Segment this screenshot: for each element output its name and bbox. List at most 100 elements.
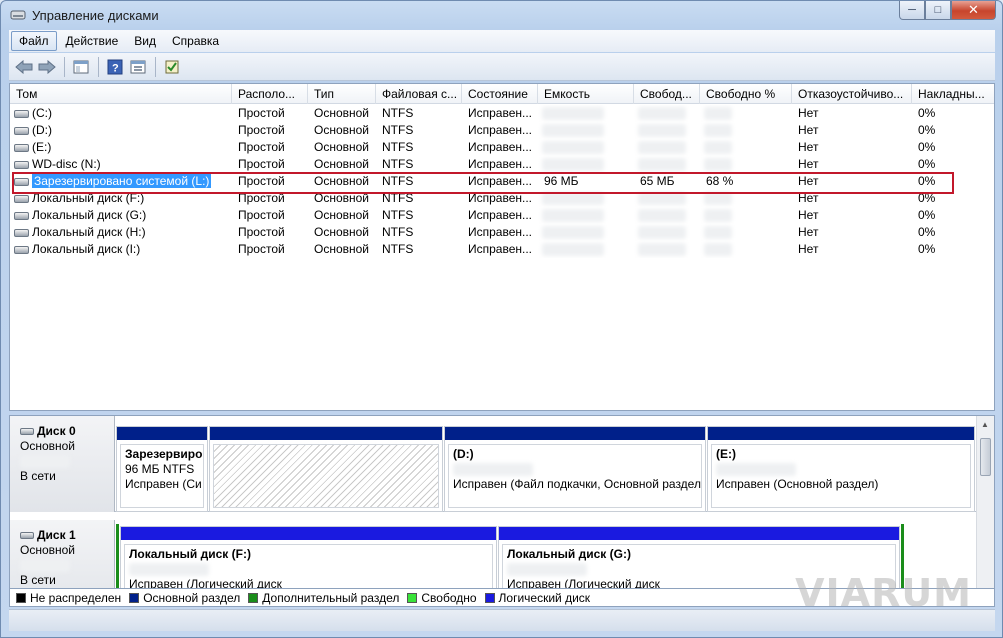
- volume-cell-fault: Нет: [798, 106, 819, 120]
- redacted-value: [638, 209, 686, 222]
- back-arrow-icon: [15, 59, 33, 74]
- settings-button[interactable]: [161, 56, 183, 78]
- volume-row[interactable]: (C:) Простой Основной NTFS Исправен... Нет 0%: [10, 105, 994, 122]
- partition-d-name: (D:): [453, 447, 474, 461]
- menu-action[interactable]: Действие: [59, 32, 126, 50]
- redacted-value: [704, 124, 732, 137]
- volume-row[interactable]: WD-disc (N:) Простой Основной NTFS Исправен.…: [10, 156, 994, 173]
- legend-swatch: [407, 592, 418, 603]
- volume-row[interactable]: (E:) Простой Основной NTFS Исправен... Нет 0%: [10, 139, 994, 156]
- maximize-icon: □: [934, 4, 942, 16]
- menu-file[interactable]: Файл: [11, 31, 57, 51]
- check-list-icon: [165, 60, 179, 73]
- volume-row[interactable]: (D:) Простой Основной NTFS Исправен... Нет 0%: [10, 122, 994, 139]
- legend-item: Основной раздел: [129, 591, 240, 605]
- back-button[interactable]: [13, 56, 35, 78]
- column-header-type[interactable]: Тип: [308, 84, 376, 104]
- vertical-scrollbar[interactable]: ▲: [976, 416, 994, 588]
- volume-cell-capacity: [538, 224, 634, 241]
- column-header-volume[interactable]: Том: [10, 84, 232, 104]
- menu-help[interactable]: Справка: [165, 32, 226, 50]
- redacted-value: [542, 226, 604, 239]
- volume-icon: [14, 127, 29, 135]
- volume-icon: [14, 246, 29, 254]
- volume-cell-overhead: 0%: [918, 140, 936, 154]
- maximize-button[interactable]: □: [925, 1, 951, 20]
- properties-button[interactable]: [127, 56, 149, 78]
- volume-cell-free-pct: [700, 122, 792, 139]
- column-header-fault-tolerance[interactable]: Отказоустойчиво...: [792, 84, 912, 104]
- column-header-layout[interactable]: Располо...: [232, 84, 308, 104]
- partition-reserved[interactable]: Зарезервиро 96 МБ NTFS Исправен (Си: [116, 426, 208, 512]
- volume-cell-name: Локальный диск (I:): [10, 241, 232, 258]
- volume-row[interactable]: Локальный диск (I:) Простой Основной NTFS Ис…: [10, 241, 994, 258]
- volume-cell-overhead: 0%: [918, 242, 936, 256]
- volume-cell-capacity: [538, 241, 634, 258]
- column-header-overhead[interactable]: Накладны...: [912, 84, 994, 104]
- column-header-filesystem[interactable]: Файловая с...: [376, 84, 462, 104]
- volume-cell-name: (C:): [10, 105, 232, 122]
- volume-cell-fs: NTFS: [382, 242, 414, 256]
- column-header-capacity[interactable]: Емкость: [538, 84, 634, 104]
- partition-reserved-size: 96 МБ NTFS: [125, 462, 195, 476]
- disk-0-info[interactable]: Диск 0 Основной В сети: [10, 416, 115, 512]
- disk-management-window: Управление дисками ─ □ ✕ Файл Действие В…: [0, 0, 1003, 638]
- partition-e[interactable]: (E:) Исправен (Основной раздел): [707, 426, 975, 512]
- disk-0-row: Диск 0 Основной В сети Зарезервиро 96 МБ…: [10, 416, 976, 512]
- menu-view[interactable]: Вид: [127, 32, 163, 50]
- volume-cell-fs: NTFS: [382, 208, 414, 222]
- volume-cell-free: [634, 241, 700, 258]
- scroll-thumb[interactable]: [980, 438, 991, 476]
- volume-cell-status: Исправен...: [468, 208, 533, 222]
- volume-cell-type: Основной: [314, 123, 370, 137]
- watermark: VIARUM: [795, 571, 972, 615]
- volume-cell-layout: Простой: [238, 123, 285, 137]
- partition-f[interactable]: Локальный диск (F:) Исправен (Логический…: [120, 526, 497, 589]
- column-header-status[interactable]: Состояние: [462, 84, 538, 104]
- redacted-value: [638, 124, 686, 137]
- volume-row[interactable]: Локальный диск (G:) Простой Основной NTFS Ис…: [10, 207, 994, 224]
- volume-cell-status: Исправен...: [468, 106, 533, 120]
- partition-c[interactable]: [209, 426, 443, 512]
- close-button[interactable]: ✕: [951, 1, 996, 20]
- legend-swatch: [129, 592, 140, 603]
- volume-cell-status: Исправен...: [468, 225, 533, 239]
- help-button[interactable]: ?: [104, 56, 126, 78]
- volume-list[interactable]: Том Располо... Тип Файловая с... Состоян…: [9, 83, 995, 411]
- volume-cell-name: (D:): [10, 122, 232, 139]
- scroll-up-icon[interactable]: ▲: [981, 420, 990, 429]
- column-header-free-percent[interactable]: Свободно %: [700, 84, 792, 104]
- redacted-value: [704, 141, 732, 154]
- volume-cell-free: [634, 224, 700, 241]
- partition-d[interactable]: (D:) Исправен (Файл подкачки, Основной р…: [444, 426, 706, 512]
- redacted-value: [704, 226, 732, 239]
- volume-cell-fault: Нет: [798, 225, 819, 239]
- redacted-value: [704, 107, 732, 120]
- volume-cell-layout: Простой: [238, 208, 285, 222]
- volume-cell-status: Исправен...: [468, 242, 533, 256]
- volume-cell-type: Основной: [314, 106, 370, 120]
- column-header-free-space[interactable]: Свобод...: [634, 84, 700, 104]
- volume-name: (D:): [32, 123, 52, 137]
- disk-management-icon: [10, 8, 26, 22]
- volume-cell-layout: Простой: [238, 225, 285, 239]
- forward-button[interactable]: [36, 56, 58, 78]
- partition-f-status: Исправен (Логический диск: [129, 577, 282, 589]
- volume-row[interactable]: Локальный диск (H:) Простой Основной NTFS Ис…: [10, 224, 994, 241]
- disk-0-title: Диск 0: [37, 424, 76, 438]
- volume-cell-layout: Простой: [238, 140, 285, 154]
- disk-1-info[interactable]: Диск 1 Основной В сети: [10, 520, 115, 588]
- disk-icon: [20, 532, 34, 539]
- volume-cell-capacity: [538, 207, 634, 224]
- partition-reserved-name: Зарезервиро: [125, 447, 203, 461]
- volume-name: (E:): [32, 140, 52, 154]
- volume-cell-capacity: [538, 139, 634, 156]
- legend-swatch: [16, 592, 26, 603]
- toolbar: ?: [9, 53, 995, 81]
- volume-cell-free-pct: [700, 241, 792, 258]
- legend-label: Дополнительный раздел: [262, 590, 400, 605]
- console-tree-button[interactable]: [70, 56, 92, 78]
- title-bar[interactable]: Управление дисками ─ □ ✕: [1, 1, 1002, 29]
- redacted-value: [542, 124, 604, 137]
- minimize-button[interactable]: ─: [899, 1, 925, 20]
